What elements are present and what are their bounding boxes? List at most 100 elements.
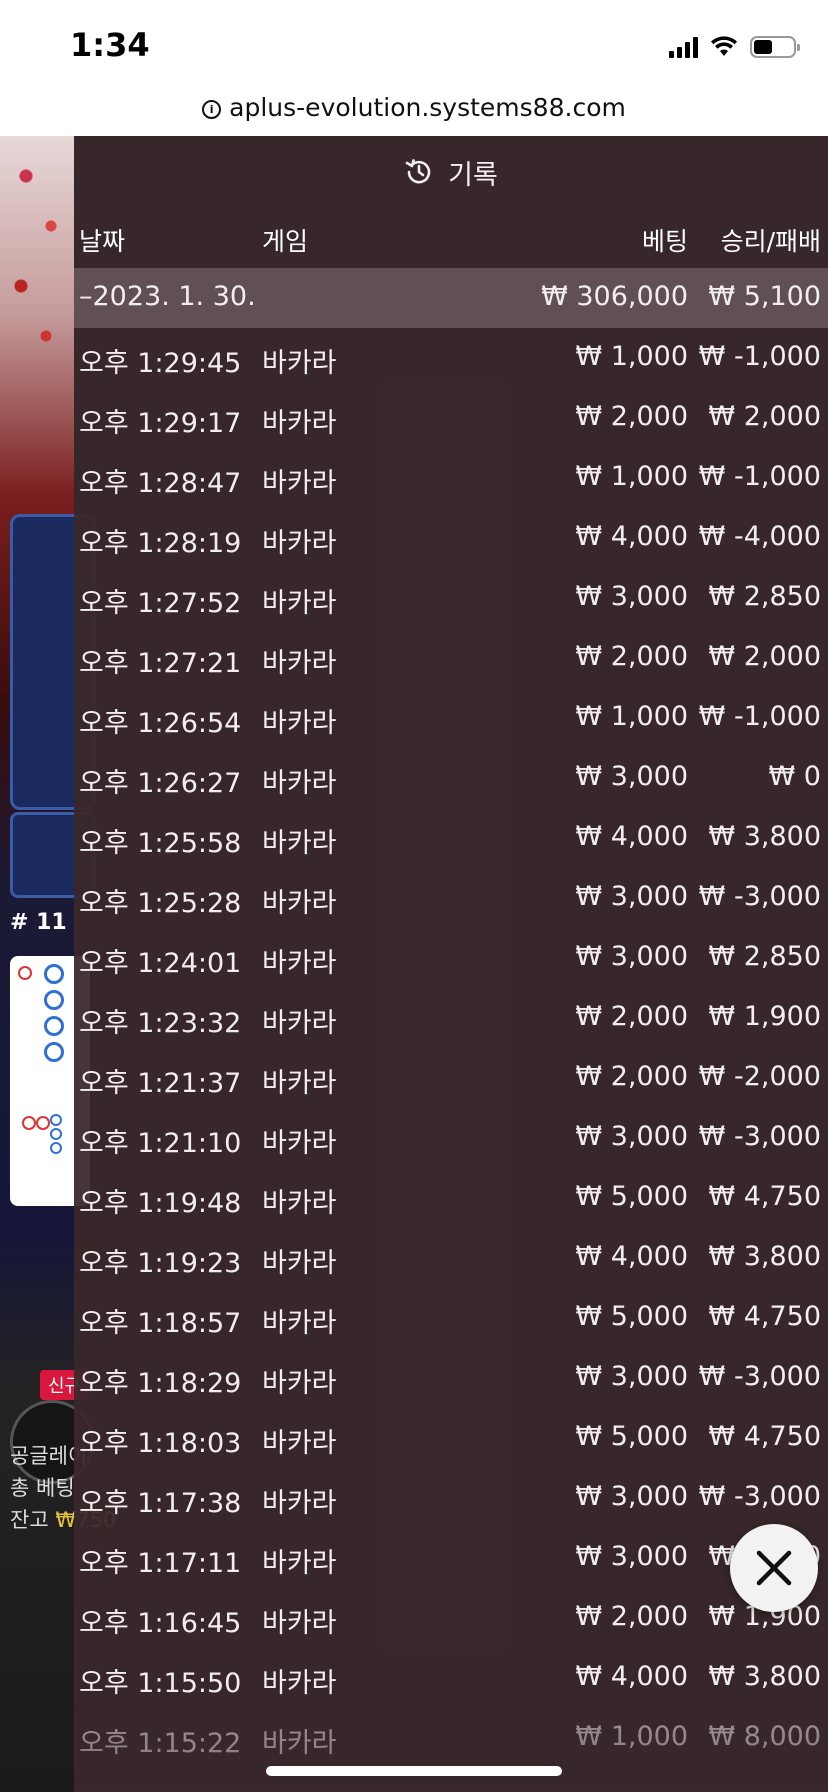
history-row[interactable]: 오후 1:15:22 바카라 ₩ 1,000 ₩ 8,000 — [74, 1708, 828, 1768]
row-game: 바카라 — [262, 1488, 337, 1519]
history-row[interactable]: 오후 1:21:10 바카라 ₩ 3,000 ₩ -3,000 — [74, 1108, 828, 1168]
battery-icon — [750, 36, 800, 58]
history-title: 기록 — [448, 159, 498, 191]
row-time: 오후 1:27:52 — [79, 588, 242, 619]
date-group-result-total: ₩ 5,100 — [708, 281, 821, 312]
row-bet: ₩ 1,000 — [575, 341, 688, 372]
row-game: 바카라 — [262, 408, 337, 439]
row-result: ₩ -1,000 — [698, 461, 821, 492]
row-result: ₩ 3,800 — [708, 1241, 821, 1272]
row-time: 오후 1:29:17 — [79, 408, 242, 439]
row-game: 바카라 — [262, 1368, 337, 1399]
row-result: ₩ 3,800 — [708, 821, 821, 852]
date-group-bet-total: ₩ 306,000 — [541, 281, 688, 312]
close-icon — [756, 1550, 792, 1586]
row-game: 바카라 — [262, 828, 337, 859]
row-bet: ₩ 4,000 — [575, 1661, 688, 1692]
row-time: 오후 1:23:32 — [79, 1008, 242, 1039]
row-game: 바카라 — [262, 1008, 337, 1039]
history-row[interactable]: 오후 1:24:01 바카라 ₩ 3,000 ₩ 2,850 — [74, 928, 828, 988]
row-time: 오후 1:21:37 — [79, 1068, 242, 1099]
row-game: 바카라 — [262, 348, 337, 379]
cellular-signal-icon — [669, 36, 698, 58]
date-group-row[interactable]: –2023. 1. 30. ₩ 306,000 ₩ 5,100 — [74, 268, 828, 328]
row-bet: ₩ 5,000 — [575, 1181, 688, 1212]
history-row[interactable]: 오후 1:29:17 바카라 ₩ 2,000 ₩ 2,000 — [74, 388, 828, 448]
row-bet: ₩ 3,000 — [575, 1121, 688, 1152]
info-icon[interactable]: i — [202, 100, 222, 119]
row-result: ₩ -1,000 — [698, 341, 821, 372]
wifi-icon — [711, 36, 737, 56]
col-date: 날짜 — [79, 227, 126, 256]
row-game: 바카라 — [262, 1608, 337, 1639]
history-row[interactable]: 오후 1:15:50 바카라 ₩ 4,000 ₩ 3,800 — [74, 1648, 828, 1708]
history-row[interactable]: 오후 1:28:19 바카라 ₩ 4,000 ₩ -4,000 — [74, 508, 828, 568]
history-row[interactable]: 오후 1:26:54 바카라 ₩ 1,000 ₩ -1,000 — [74, 688, 828, 748]
balance-label: 잔고 — [10, 1508, 49, 1532]
history-row[interactable]: 오후 1:28:47 바카라 ₩ 1,000 ₩ -1,000 — [74, 448, 828, 508]
row-result: ₩ -3,000 — [698, 1361, 821, 1392]
row-game: 바카라 — [262, 1428, 337, 1459]
row-result: ₩ -4,000 — [698, 521, 821, 552]
history-list: 오후 1:29:45 바카라 ₩ 1,000 ₩ -1,000 오후 1:29:17 바… — [74, 328, 828, 1768]
history-row[interactable]: 오후 1:18:03 바카라 ₩ 5,000 ₩ 4,750 — [74, 1408, 828, 1468]
row-bet: ₩ 4,000 — [575, 821, 688, 852]
history-row[interactable]: 오후 1:26:27 바카라 ₩ 3,000 ₩ 0 — [74, 748, 828, 808]
row-game: 바카라 — [262, 1548, 337, 1579]
history-row[interactable]: 오후 1:21:37 바카라 ₩ 2,000 ₩ -2,000 — [74, 1048, 828, 1108]
row-bet: ₩ 2,000 — [575, 1601, 688, 1632]
row-bet: ₩ 2,000 — [575, 1001, 688, 1032]
history-row[interactable]: 오후 1:23:32 바카라 ₩ 2,000 ₩ 1,900 — [74, 988, 828, 1048]
row-time: 오후 1:18:29 — [79, 1368, 242, 1399]
row-time: 오후 1:26:54 — [79, 708, 242, 739]
history-row[interactable]: 오후 1:19:48 바카라 ₩ 5,000 ₩ 4,750 — [74, 1168, 828, 1228]
history-row[interactable]: 오후 1:16:45 바카라 ₩ 2,000 ₩ 1,900 — [74, 1588, 828, 1648]
row-result: ₩ 0 — [768, 761, 821, 792]
row-time: 오후 1:26:27 — [79, 768, 242, 799]
row-time: 오후 1:27:21 — [79, 648, 242, 679]
row-time: 오후 1:21:10 — [79, 1128, 242, 1159]
history-row[interactable]: 오후 1:27:52 바카라 ₩ 3,000 ₩ 2,850 — [74, 568, 828, 628]
row-time: 오후 1:17:11 — [79, 1548, 242, 1579]
row-bet: ₩ 3,000 — [575, 761, 688, 792]
close-button[interactable] — [730, 1524, 818, 1612]
row-bet: ₩ 5,000 — [575, 1421, 688, 1452]
home-indicator[interactable] — [266, 1766, 562, 1776]
history-row[interactable]: 오후 1:25:58 바카라 ₩ 4,000 ₩ 3,800 — [74, 808, 828, 868]
history-icon — [405, 159, 431, 184]
row-bet: ₩ 3,000 — [575, 1541, 688, 1572]
history-row[interactable]: 오후 1:27:21 바카라 ₩ 2,000 ₩ 2,000 — [74, 628, 828, 688]
history-row[interactable]: 오후 1:29:45 바카라 ₩ 1,000 ₩ -1,000 — [74, 328, 828, 388]
total-bet-label: 총 베팅 — [10, 1476, 75, 1500]
history-row[interactable]: 오후 1:18:57 바카라 ₩ 5,000 ₩ 4,750 — [74, 1288, 828, 1348]
url-bar[interactable]: i aplus-evolution.systems88.com — [0, 88, 828, 136]
row-result: ₩ 2,000 — [708, 401, 821, 432]
row-bet: ₩ 3,000 — [575, 581, 688, 612]
history-row[interactable]: 오후 1:17:38 바카라 ₩ 3,000 ₩ -3,000 — [74, 1468, 828, 1528]
row-game: 바카라 — [262, 1128, 337, 1159]
row-bet: ₩ 4,000 — [575, 521, 688, 552]
row-game: 바카라 — [262, 528, 337, 559]
row-game: 바카라 — [262, 888, 337, 919]
row-result: ₩ 8,000 — [708, 1721, 821, 1752]
date-group-label: –2023. 1. 30. — [79, 281, 256, 312]
row-bet: ₩ 3,000 — [575, 1361, 688, 1392]
row-game: 바카라 — [262, 468, 337, 499]
history-row[interactable]: 오후 1:17:11바카라₩ 3,000₩ 2,850 — [74, 1528, 828, 1588]
history-row[interactable]: 오후 1:25:28 바카라 ₩ 3,000 ₩ -3,000 — [74, 868, 828, 928]
row-time: 오후 1:29:45 — [79, 348, 242, 379]
row-time: 오후 1:28:19 — [79, 528, 242, 559]
history-row[interactable]: 오후 1:19:23 바카라 ₩ 4,000 ₩ 3,800 — [74, 1228, 828, 1288]
row-game: 바카라 — [262, 1248, 337, 1279]
row-result: ₩ 2,850 — [708, 581, 821, 612]
status-icons — [669, 36, 800, 58]
row-result: ₩ 1,900 — [708, 1001, 821, 1032]
row-game: 바카라 — [262, 1668, 337, 1699]
row-result: ₩ -2,000 — [698, 1061, 821, 1092]
row-bet: ₩ 2,000 — [575, 641, 688, 672]
row-game: 바카라 — [262, 948, 337, 979]
history-row[interactable]: 오후 1:18:29 바카라 ₩ 3,000 ₩ -3,000 — [74, 1348, 828, 1408]
row-time: 오후 1:28:47 — [79, 468, 242, 499]
row-time: 오후 1:25:58 — [79, 828, 242, 859]
row-result: ₩ 4,750 — [708, 1301, 821, 1332]
